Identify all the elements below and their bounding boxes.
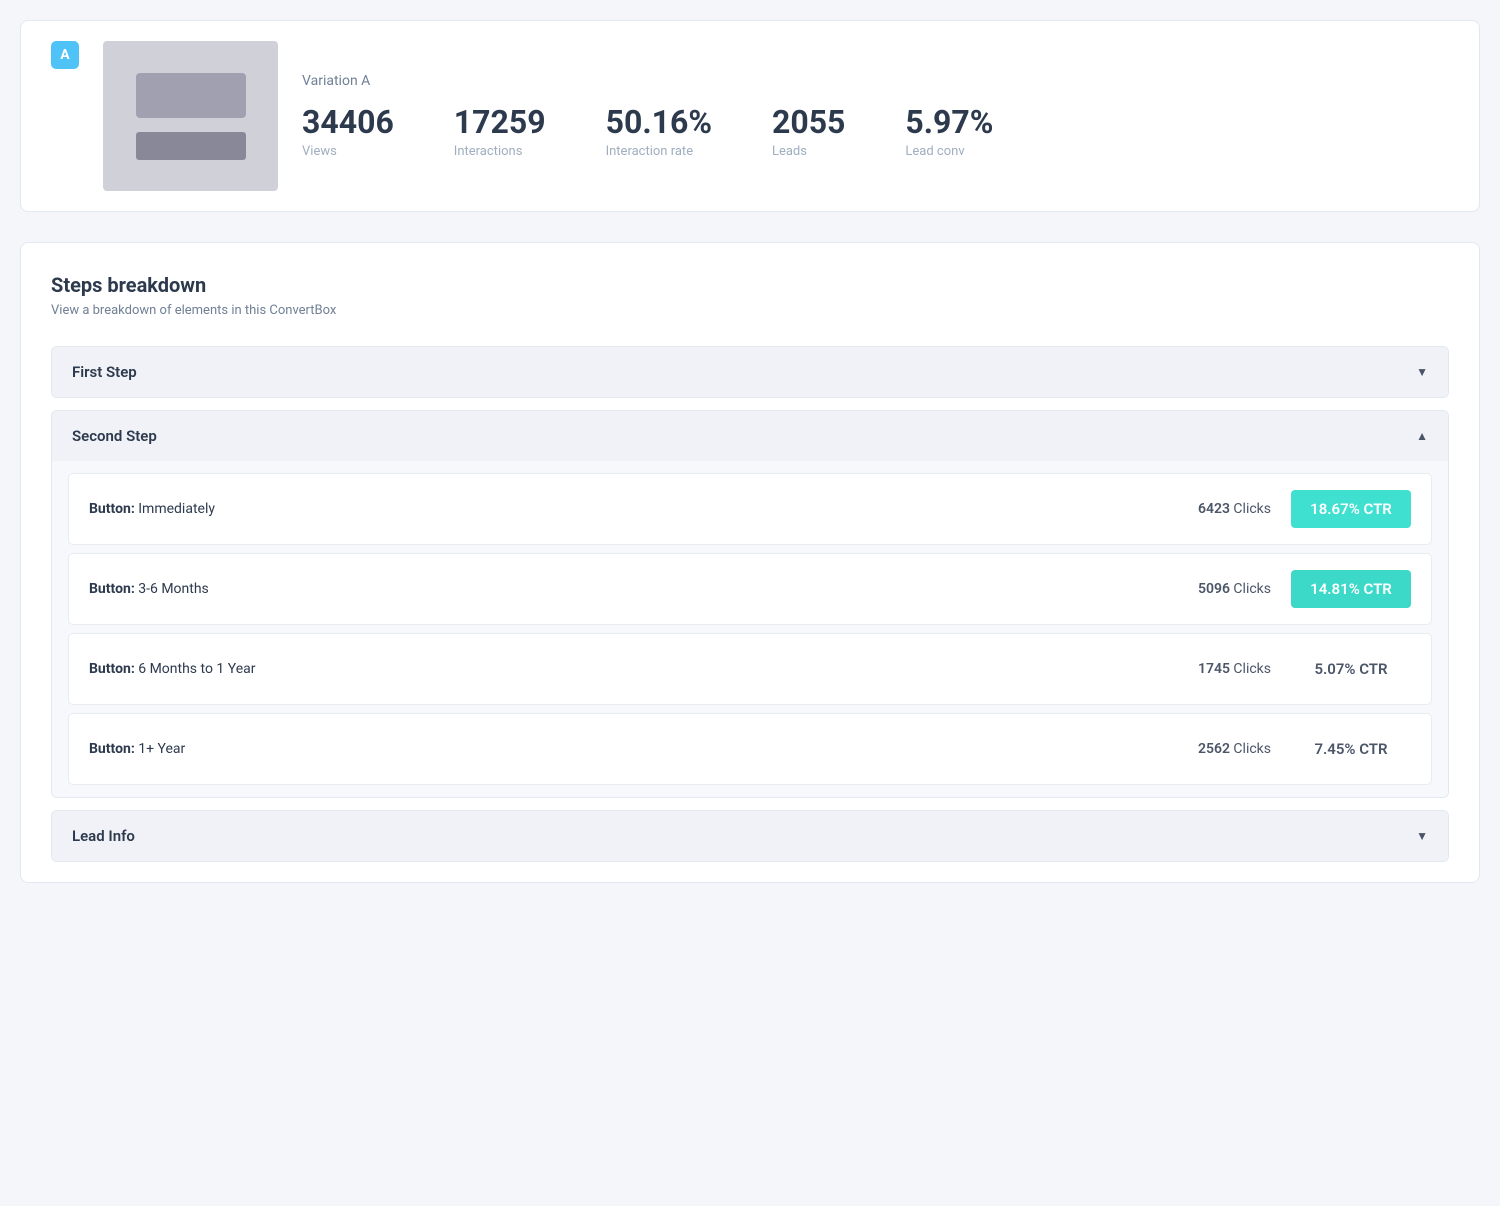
stat-label-3: Leads <box>772 144 807 159</box>
stat-item-2: 50.16% Interaction rate <box>606 105 712 159</box>
button-label-1-2: Button: 6 Months to 1 Year <box>89 661 256 677</box>
steps-section: Steps breakdown View a breakdown of elem… <box>20 242 1480 883</box>
variation-info: Variation A 34406 Views 17259 Interactio… <box>302 73 1449 159</box>
variation-thumbnail <box>103 41 278 191</box>
button-right-1-3: 2562 Clicks 7.45% CTR <box>1181 730 1411 768</box>
thumb-block-1 <box>136 73 246 118</box>
lead-info-chevron-down-icon: ▼ <box>1416 829 1428 843</box>
stat-item-4: 5.97% Lead conv <box>905 105 993 159</box>
step-title-second-step: Second Step <box>72 427 157 445</box>
button-right-1-1: 5096 Clicks 14.81% CTR <box>1181 570 1411 608</box>
lead-info-title: Lead Info <box>72 827 135 845</box>
variation-badge: A <box>51 41 79 69</box>
button-right-1-0: 6423 Clicks 18.67% CTR <box>1181 490 1411 528</box>
ctr-badge-1-2: 5.07% CTR <box>1291 650 1411 688</box>
step-header-second-step[interactable]: Second Step ▲ <box>52 411 1448 461</box>
stat-label-0: Views <box>302 144 337 159</box>
button-row-1-2: Button: 6 Months to 1 Year 1745 Clicks 5… <box>68 633 1432 705</box>
stat-value-2: 50.16% <box>606 105 712 140</box>
stat-label-2: Interaction rate <box>606 144 694 159</box>
step-title-first-step: First Step <box>72 363 137 381</box>
ctr-badge-1-1: 14.81% CTR <box>1291 570 1411 608</box>
button-label-1-3: Button: 1+ Year <box>89 741 185 757</box>
stat-value-3: 2055 <box>772 105 845 140</box>
page-wrapper: A Variation A 34406 Views 17259 Interact… <box>0 0 1500 1206</box>
button-row-1-3: Button: 1+ Year 2562 Clicks 7.45% CTR <box>68 713 1432 785</box>
lead-info-header[interactable]: Lead Info ▼ <box>52 811 1448 861</box>
section-title: Steps breakdown <box>51 273 1449 297</box>
stat-label-1: Interactions <box>454 144 523 159</box>
step-chevron-icon-second-step: ▲ <box>1416 429 1428 443</box>
clicks-count-1-2: 1745 Clicks <box>1181 661 1271 677</box>
button-label-1-0: Button: Immediately <box>89 501 215 517</box>
lead-info-accordion: Lead Info ▼ <box>51 810 1449 862</box>
ctr-badge-1-3: 7.45% CTR <box>1291 730 1411 768</box>
button-label-1-1: Button: 3-6 Months <box>89 581 209 597</box>
step-chevron-icon-first-step: ▼ <box>1416 365 1428 379</box>
stats-row: 34406 Views 17259 Interactions 50.16% In… <box>302 105 1449 159</box>
clicks-count-1-1: 5096 Clicks <box>1181 581 1271 597</box>
step-header-first-step[interactable]: First Step ▼ <box>52 347 1448 397</box>
ctr-badge-1-0: 18.67% CTR <box>1291 490 1411 528</box>
variation-name: Variation A <box>302 73 1449 89</box>
button-right-1-2: 1745 Clicks 5.07% CTR <box>1181 650 1411 688</box>
section-subtitle: View a breakdown of elements in this Con… <box>51 303 1449 318</box>
stat-value-4: 5.97% <box>905 105 993 140</box>
variation-card: A Variation A 34406 Views 17259 Interact… <box>20 20 1480 212</box>
stat-value-0: 34406 <box>302 105 394 140</box>
step-content-second-step: Button: Immediately 6423 Clicks 18.67% C… <box>52 461 1448 797</box>
stat-value-1: 17259 <box>454 105 546 140</box>
clicks-count-1-0: 6423 Clicks <box>1181 501 1271 517</box>
stat-label-4: Lead conv <box>905 144 964 159</box>
step-accordion-first-step: First Step ▼ <box>51 346 1449 398</box>
clicks-count-1-3: 2562 Clicks <box>1181 741 1271 757</box>
button-row-1-0: Button: Immediately 6423 Clicks 18.67% C… <box>68 473 1432 545</box>
step-accordion-second-step: Second Step ▲ Button: Immediately 6423 C… <box>51 410 1449 798</box>
stat-item-1: 17259 Interactions <box>454 105 546 159</box>
stat-item-3: 2055 Leads <box>772 105 845 159</box>
steps-container: First Step ▼ Second Step ▲ Button: Immed… <box>51 346 1449 798</box>
button-row-1-1: Button: 3-6 Months 5096 Clicks 14.81% CT… <box>68 553 1432 625</box>
stat-item-0: 34406 Views <box>302 105 394 159</box>
thumb-block-2 <box>136 132 246 160</box>
